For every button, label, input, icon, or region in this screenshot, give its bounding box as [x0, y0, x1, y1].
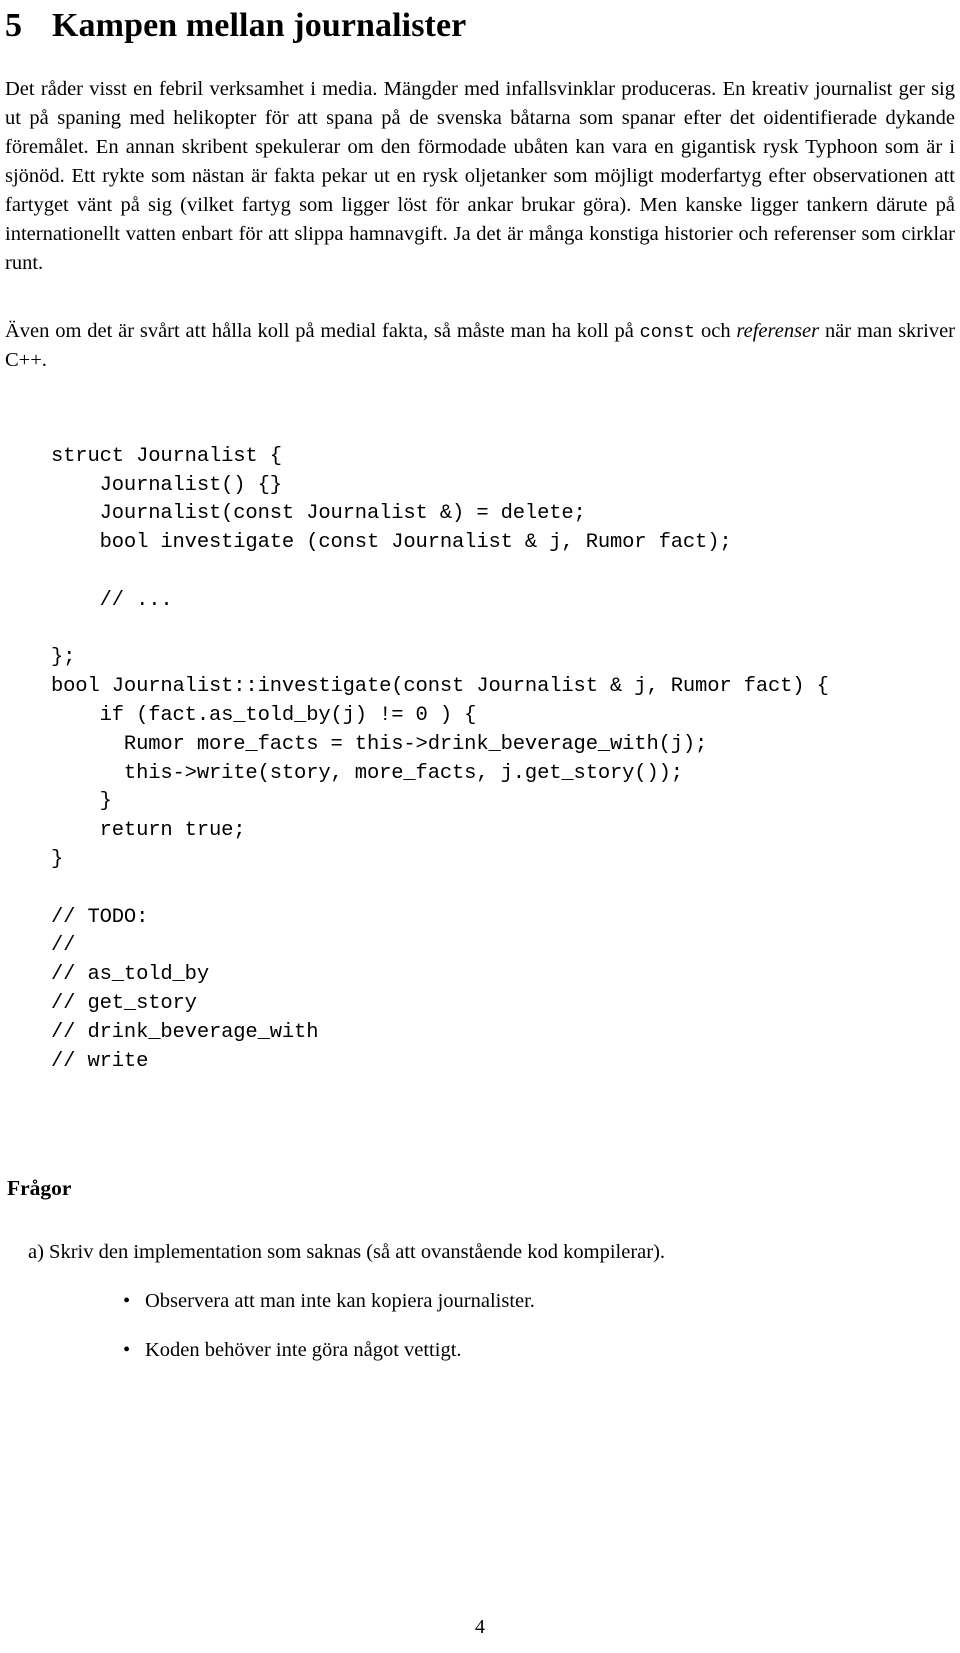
question-item-a: a) Skriv den implementation som saknas (…: [28, 1241, 666, 1264]
bullet-icon: •: [123, 1290, 131, 1313]
page-title: 5 Kampen mellan journalister: [5, 0, 955, 45]
questions-heading: Frågor: [7, 1176, 72, 1201]
list-item-label: Observera att man inte kan kopiera journ…: [145, 1290, 535, 1313]
list-item: • Koden behöver inte göra något vettigt.: [5, 1316, 955, 1365]
section-number: 5: [5, 7, 23, 44]
paragraph-lead-text: Även om det är svårt att hålla koll på m…: [5, 319, 640, 342]
inline-emphasis-referenser: referenser: [736, 319, 820, 342]
section-title: Kampen mellan journalister: [52, 7, 467, 44]
list-item: • Observera att man inte kan kopiera jou…: [5, 1267, 955, 1316]
intro-paragraph: Det råder visst en febril verksamhet i m…: [5, 78, 955, 275]
const-reference-paragraph: Även om det är svårt att hålla koll på m…: [5, 317, 955, 375]
document-page: 5 Kampen mellan journalister Det råder v…: [0, 0, 960, 1653]
page-number: 4: [475, 1616, 485, 1638]
bullet-icon: •: [123, 1338, 131, 1361]
paragraph-mid-text: och: [695, 319, 737, 342]
questions-bullet-list: • Observera att man inte kan kopiera jou…: [5, 1267, 955, 1364]
list-item-label: Koden behöver inte göra något vettigt.: [145, 1338, 462, 1361]
code-block-struct-journalist: struct Journalist { Journalist() {} Jour…: [51, 444, 732, 670]
inline-code-const: const: [639, 321, 696, 343]
code-block-investigate-implementation: bool Journalist::investigate(const Journ…: [51, 675, 829, 1073]
